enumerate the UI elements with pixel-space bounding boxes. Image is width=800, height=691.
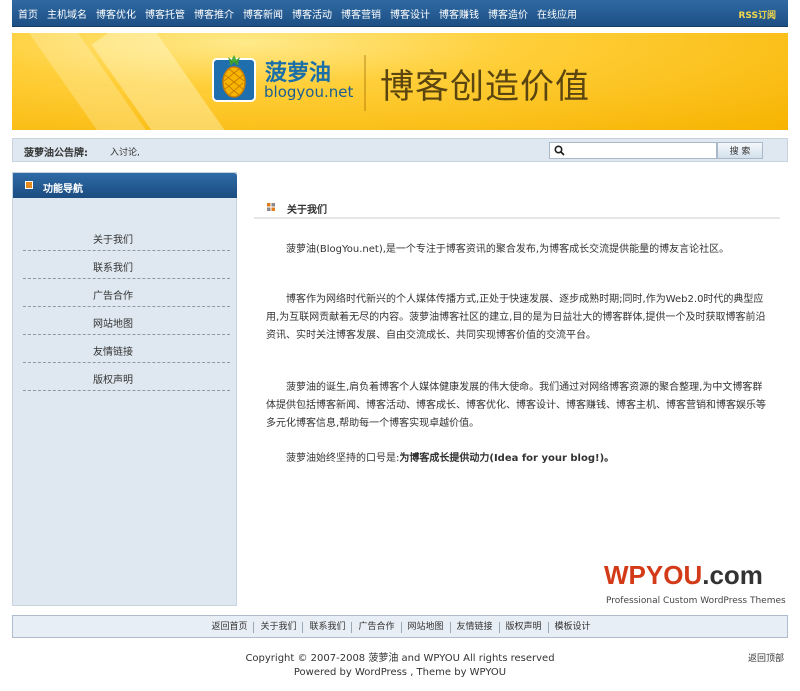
sidebar-item-contact[interactable]: 联系我们 <box>23 251 230 279</box>
content-title: 关于我们 <box>287 205 327 216</box>
sidebar-menu: 关于我们 联系我们 广告合作 网站地图 友情链接 版权声明 <box>23 223 230 391</box>
content-header: 关于我们 <box>254 196 780 219</box>
copyright-text: Copyright © 2007-2008 菠萝油 and WPYOU All … <box>245 653 555 664</box>
search-box <box>549 142 717 159</box>
sidebar-title: 功能导航 <box>43 184 83 195</box>
content-paragraph: 菠萝油的诞生,肩负着博客个人媒体健康发展的伟大使命。我们通过对网络博客资源的聚合… <box>266 382 766 429</box>
nav-blog-news[interactable]: 博客新闻 <box>243 6 283 21</box>
slogan-intro: 菠萝油始终坚持的口号是: <box>286 453 400 464</box>
powered-by-text: Powered by WordPress , Theme by WPYOU <box>293 667 507 678</box>
sidebar-item-label: 关于我们 <box>93 235 133 246</box>
footer-link-friend-links[interactable]: 友情链接 <box>451 621 500 633</box>
nav-blog-optimization[interactable]: 博客优化 <box>96 6 136 21</box>
wpyou-tagline: Professional Custom WordPress Themes <box>606 596 786 606</box>
sidebar-item-label: 网站地图 <box>93 319 133 330</box>
footer-link-copyright[interactable]: 版权声明 <box>500 621 549 633</box>
search-button[interactable]: 搜 索 <box>717 142 763 159</box>
footer-link-advertising[interactable]: 广告合作 <box>352 621 402 633</box>
search-icon <box>554 145 565 156</box>
sidebar-item-sitemap[interactable]: 网站地图 <box>23 307 230 335</box>
header-banner: 菠萝油 blogyou.net 博客创造价值 <box>12 33 788 130</box>
sidebar-item-links[interactable]: 友情链接 <box>23 335 230 363</box>
banner-slogan: 博客创造价值 <box>380 67 590 107</box>
wpyou-brand-suffix: .com <box>702 560 763 590</box>
nav-blog-events[interactable]: 博客活动 <box>292 6 332 21</box>
footer-link-home[interactable]: 返回首页 <box>205 621 255 633</box>
wpyou-logo: WPYOU.com <box>604 560 763 591</box>
wpyou-watermark: WPYOU.com Professional Custom WordPress … <box>604 560 786 612</box>
content-paragraph: 菠萝油(BlogYou.net),是一个专注于博客资讯的聚合发布,为博客成长交流… <box>286 244 730 255</box>
main-content: 关于我们 菠萝油(BlogYou.net),是一个专注于博客资讯的聚合发布,为博… <box>254 196 780 464</box>
sidebar: 功能导航 关于我们 联系我们 广告合作 网站地图 友情链接 版权声明 <box>12 172 237 606</box>
wpyou-brand-main: WPYOU <box>604 560 703 590</box>
back-to-top-link[interactable]: 返回顶部 <box>748 651 784 664</box>
footer-links: 返回首页 关于我们 联系我们 广告合作 网站地图 友情链接 版权声明 模板设计 <box>13 616 789 638</box>
nav-online-apps[interactable]: 在线应用 <box>537 6 577 21</box>
sidebar-item-copyright[interactable]: 版权声明 <box>23 363 230 391</box>
top-nav-links: 首页 主机域名 博客优化 博客托管 博客推介 博客新闻 博客活动 博客营销 博客… <box>18 0 586 27</box>
grid-bullet-icon <box>267 203 275 211</box>
sidebar-item-about[interactable]: 关于我们 <box>23 223 230 251</box>
search-input[interactable] <box>570 143 714 158</box>
top-nav: 首页 主机域名 博客优化 博客托管 博客推介 博客新闻 博客活动 博客营销 博客… <box>12 0 788 27</box>
sidebar-item-label: 联系我们 <box>93 263 133 274</box>
nav-blog-pricing[interactable]: 博客造价 <box>488 6 528 21</box>
logo-subtitle: blogyou.net <box>264 83 354 101</box>
slogan-bold: 为博客成长提供动力(Idea for your blog!)。 <box>399 453 615 464</box>
page: 首页 主机域名 博客优化 博客托管 博客推介 博客新闻 博客活动 博客营销 博客… <box>0 0 800 691</box>
nav-blog-marketing[interactable]: 博客营销 <box>341 6 381 21</box>
pineapple-logo-icon <box>212 55 256 102</box>
footer-link-contact[interactable]: 联系我们 <box>303 621 353 633</box>
footer-link-template-design[interactable]: 模板设计 <box>549 622 597 633</box>
sidebar-header: 功能导航 <box>13 173 237 198</box>
sidebar-item-label: 版权声明 <box>93 375 133 386</box>
nav-hosting-domain[interactable]: 主机域名 <box>47 6 87 21</box>
footer-link-sitemap[interactable]: 网站地图 <box>402 621 451 633</box>
sidebar-item-label: 广告合作 <box>93 291 133 302</box>
nav-blog-hosting[interactable]: 博客托管 <box>145 6 185 21</box>
sidebar-item-advertising[interactable]: 广告合作 <box>23 279 230 307</box>
footer-nav: 返回首页 关于我们 联系我们 广告合作 网站地图 友情链接 版权声明 模板设计 <box>12 615 788 638</box>
content-paragraph: 博客作为网络时代新兴的个人媒体传播方式,正处于快速发展、逐步成熟时期;同时,作为… <box>266 294 766 341</box>
sidebar-item-label: 友情链接 <box>93 347 133 358</box>
notice-text: 入讨论, <box>110 148 140 158</box>
notice-label: 菠萝油公告牌: <box>24 148 88 159</box>
nav-home[interactable]: 首页 <box>18 6 38 21</box>
rss-subscribe-link[interactable]: RSS订阅 <box>739 8 777 21</box>
notice-bar: 菠萝油公告牌: 入讨论, 搜 索 <box>12 138 788 162</box>
nav-blog-design[interactable]: 博客设计 <box>390 6 430 21</box>
content-paragraph: 菠萝油始终坚持的口号是:为博客成长提供动力(Idea for your blog… <box>266 450 770 468</box>
footer-link-about[interactable]: 关于我们 <box>254 621 304 633</box>
square-bullet-icon <box>25 181 33 189</box>
nav-blog-recommend[interactable]: 博客推介 <box>194 6 234 21</box>
nav-blog-earning[interactable]: 博客赚钱 <box>439 6 479 21</box>
banner-divider <box>364 55 366 111</box>
